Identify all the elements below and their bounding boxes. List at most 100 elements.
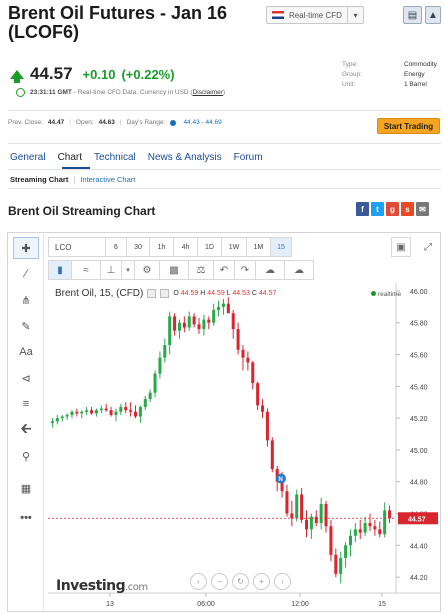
subtab-streaming-chart[interactable]: Streaming Chart <box>10 175 68 184</box>
fullscreen-icon[interactable]: ⤢ <box>418 237 438 257</box>
tab-general[interactable]: General <box>10 152 46 163</box>
divider <box>8 169 441 170</box>
cloud-load-icon[interactable]: ☁ <box>255 260 285 280</box>
scroll-right-icon[interactable]: › <box>274 573 291 590</box>
style-dropdown-icon[interactable]: ▾ <box>121 260 135 280</box>
zoom-in-icon[interactable]: + <box>253 573 270 590</box>
info-label: Type: <box>342 61 358 68</box>
candle-body <box>378 529 382 535</box>
chart-legend: Brent Oil, 15, (CFD) O 44.59 H 44.59 L 4… <box>55 288 276 299</box>
candle-body <box>319 503 323 524</box>
symbol-input[interactable]: LCO <box>48 237 106 257</box>
candle-body <box>231 313 235 330</box>
interval-button[interactable]: 1h <box>149 237 174 257</box>
candle-body <box>363 523 367 533</box>
status-text: - Real-time CFD Data. Currency in USD ( <box>73 89 193 96</box>
compare-icon[interactable]: ⚖ <box>188 260 214 280</box>
tab-news-analysis[interactable]: News & Analysis <box>148 152 222 163</box>
divider <box>8 110 441 111</box>
price-change: +0.10 <box>82 66 116 82</box>
candle-body <box>226 303 230 314</box>
settings-gear-icon[interactable]: ⚙ <box>134 260 160 280</box>
text-tool-icon[interactable]: Aa <box>13 341 39 363</box>
divider <box>8 188 441 189</box>
start-trading-button[interactable]: Start Trading <box>377 118 440 134</box>
brush-tool-icon[interactable]: ✎ <box>13 315 39 337</box>
ohlc-label: C <box>251 290 257 297</box>
camera-icon[interactable]: ▣ <box>391 237 411 257</box>
page-title: Brent Oil Futures - Jan 16 (LCOF6) <box>8 3 228 42</box>
pitchfork-tool-icon[interactable]: ⋔ <box>13 289 39 311</box>
open-label: Open: <box>75 119 94 126</box>
legend-toggle-icon[interactable] <box>147 289 157 298</box>
investing-logo: Investing.com <box>56 578 148 594</box>
interval-button[interactable]: 4h <box>173 237 198 257</box>
facebook-icon[interactable]: f <box>356 202 369 216</box>
cfd-dropdown-label: Real-time CFD <box>289 10 342 20</box>
disclaimer-link[interactable]: Disclaimer <box>193 89 223 96</box>
pattern-tool-icon[interactable]: ⊲ <box>13 367 39 389</box>
subtab-interactive-chart[interactable]: Interactive Chart <box>80 175 135 184</box>
zoom-out-icon[interactable]: − <box>211 573 228 590</box>
twitter-icon[interactable]: t <box>371 202 384 216</box>
y-tick-label: 45.40 <box>410 384 428 391</box>
cloud-save-icon[interactable]: ☁ <box>284 260 314 280</box>
y-tick-label: 45.60 <box>410 353 428 360</box>
legend-settings-icon[interactable] <box>160 289 170 298</box>
alert-button[interactable]: ▲ <box>425 6 441 24</box>
candle-body <box>124 407 128 411</box>
interval-button[interactable]: 1M <box>246 237 271 257</box>
drawing-toolbar: ✚ ∕ ⋔ ✎ Aa ⊲ ≡ 🡰 ⚲ ▦ ••• <box>8 234 44 612</box>
candle-body <box>339 558 343 574</box>
price-chart[interactable]: 46.0045.8045.6045.4045.2045.0044.8044.60… <box>48 283 440 611</box>
info-row: Type: Commodity <box>342 60 437 70</box>
candle-body <box>383 510 387 535</box>
section-title: Brent Oil Streaming Chart <box>8 204 156 218</box>
interval-button[interactable]: 1W <box>221 237 247 257</box>
info-label: Group: <box>342 71 362 78</box>
bars-style-icon[interactable]: ⊥ <box>100 260 122 280</box>
ohlc-label: L <box>226 290 231 297</box>
indicators-icon[interactable]: ▩ <box>159 260 189 280</box>
tab-forum[interactable]: Forum <box>234 152 263 163</box>
interval-button[interactable]: 30 <box>126 237 150 257</box>
crosshair-tool-icon[interactable]: ✚ <box>13 237 39 259</box>
interval-button[interactable]: 1D <box>197 237 222 257</box>
area-style-icon[interactable]: ≈ <box>71 260 101 280</box>
redo-icon[interactable]: ↷ <box>234 260 256 280</box>
interval-toolbar: LCO 6 30 1h 4h 1D 1W 1M 15 <box>48 237 292 257</box>
zoom-tool-icon[interactable]: ⚲ <box>13 445 39 467</box>
scroll-left-icon[interactable]: ‹ <box>190 573 207 590</box>
undo-icon[interactable]: ↶ <box>213 260 235 280</box>
google-plus-icon[interactable]: g <box>386 202 399 216</box>
interval-button[interactable]: 6 <box>105 237 127 257</box>
range-value: 44.43 - 44.69 <box>183 119 222 126</box>
info-row: Unit: 1 Barrel <box>342 80 437 90</box>
candle-body <box>55 418 59 422</box>
us-flag-icon <box>272 11 284 19</box>
candle-body <box>153 373 157 393</box>
prev-close-label: Prev. Close: <box>8 119 43 126</box>
back-arrow-icon[interactable]: 🡰 <box>13 419 39 441</box>
measure-tool-icon[interactable]: ▦ <box>13 477 39 499</box>
tab-technical[interactable]: Technical <box>94 152 136 163</box>
info-label: Unit: <box>342 81 356 88</box>
fib-tool-icon[interactable]: ≡ <box>13 393 39 415</box>
portfolio-add-button[interactable]: ▤ <box>403 6 422 24</box>
email-icon[interactable]: ✉ <box>416 202 429 216</box>
range-icon <box>170 119 177 126</box>
info-row: Group: Energy <box>342 70 437 80</box>
tab-chart[interactable]: Chart <box>58 152 82 163</box>
cfd-dropdown[interactable]: Real-time CFD ▾ <box>266 6 364 24</box>
stumbleupon-icon[interactable]: s <box>401 202 414 216</box>
trend-line-tool-icon[interactable]: ∕ <box>13 263 39 285</box>
candles-style-icon[interactable]: ▮ <box>48 260 72 280</box>
interval-button-active[interactable]: 15 <box>270 237 292 257</box>
reset-icon[interactable]: ↻ <box>232 573 249 590</box>
status-close: ) <box>222 89 226 96</box>
more-tools-icon[interactable]: ••• <box>13 507 39 529</box>
candle-body <box>358 529 362 533</box>
candle-body <box>168 316 172 345</box>
candle-body <box>265 411 269 441</box>
candle-body <box>304 519 309 530</box>
